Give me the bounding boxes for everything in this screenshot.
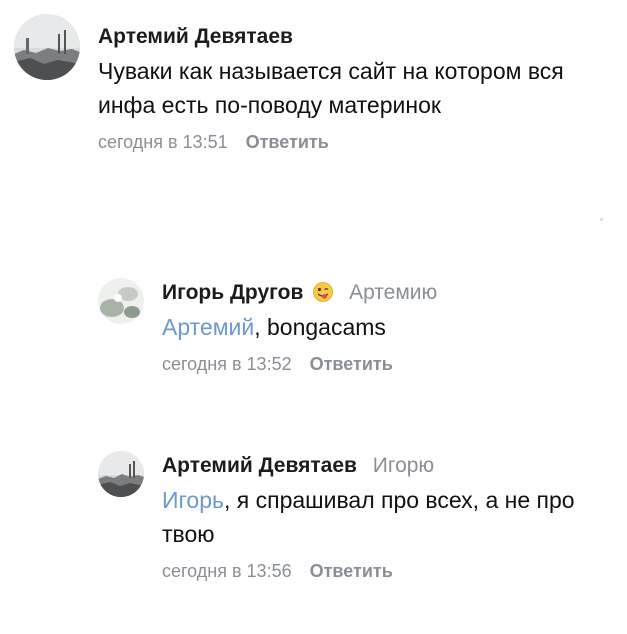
comment-meta: сегодня в 13:51 Ответить (98, 130, 568, 154)
comment-text-body: , я спрашивал про всех, а не про твою (162, 487, 575, 547)
reply-button[interactable]: Ответить (246, 132, 329, 152)
mention-link[interactable]: Артемий (162, 314, 254, 340)
avatar[interactable] (14, 14, 80, 80)
reply-to-name[interactable]: Игорю (373, 454, 434, 477)
reply-to-name[interactable]: Артемию (349, 281, 437, 304)
landscape-photo-avatar-icon (14, 14, 80, 80)
divider-dot (600, 218, 603, 221)
comment-header: Артемий Девятаев Игорю (162, 453, 627, 479)
comment-text: Артемий, bongacams (162, 310, 627, 344)
author-name[interactable]: Артемий Девятаев (98, 25, 293, 48)
reply-button[interactable]: Ответить (310, 354, 393, 374)
comment-meta: сегодня в 13:52 Ответить (162, 352, 627, 376)
winking-tongue-emoji-icon (313, 282, 334, 302)
comment-text: Игорь, я спрашивал про всех, а не про тв… (162, 483, 627, 551)
author-name[interactable]: Игорь Другов (162, 281, 303, 304)
comment-timestamp[interactable]: сегодня в 13:51 (98, 132, 228, 152)
comment-item: Артемий Девятаев Чуваки как называется с… (14, 14, 568, 154)
comment-text-body: , bongacams (254, 314, 386, 340)
mention-link[interactable]: Игорь (162, 487, 224, 513)
reply-button[interactable]: Ответить (310, 561, 393, 581)
comment-timestamp[interactable]: сегодня в 13:56 (162, 561, 292, 581)
abstract-photo-avatar-icon (98, 278, 144, 324)
comment-meta: сегодня в 13:56 Ответить (162, 559, 627, 583)
avatar[interactable] (98, 278, 144, 324)
landscape-photo-avatar-icon (98, 451, 144, 497)
comment-timestamp[interactable]: сегодня в 13:52 (162, 354, 292, 374)
avatar[interactable] (98, 451, 144, 497)
comment-text: Чуваки как называется сайт на котором вс… (98, 58, 564, 118)
author-name[interactable]: Артемий Девятаев (162, 454, 357, 477)
comment-header: Игорь Другов Артемию (162, 280, 627, 306)
comment-item: Игорь Другов Артемию Артемий, bongacams … (98, 270, 627, 376)
comment-header: Артемий Девятаев (98, 24, 568, 50)
comment-item: Артемий Девятаев Игорю Игорь, я спрашива… (98, 443, 627, 583)
